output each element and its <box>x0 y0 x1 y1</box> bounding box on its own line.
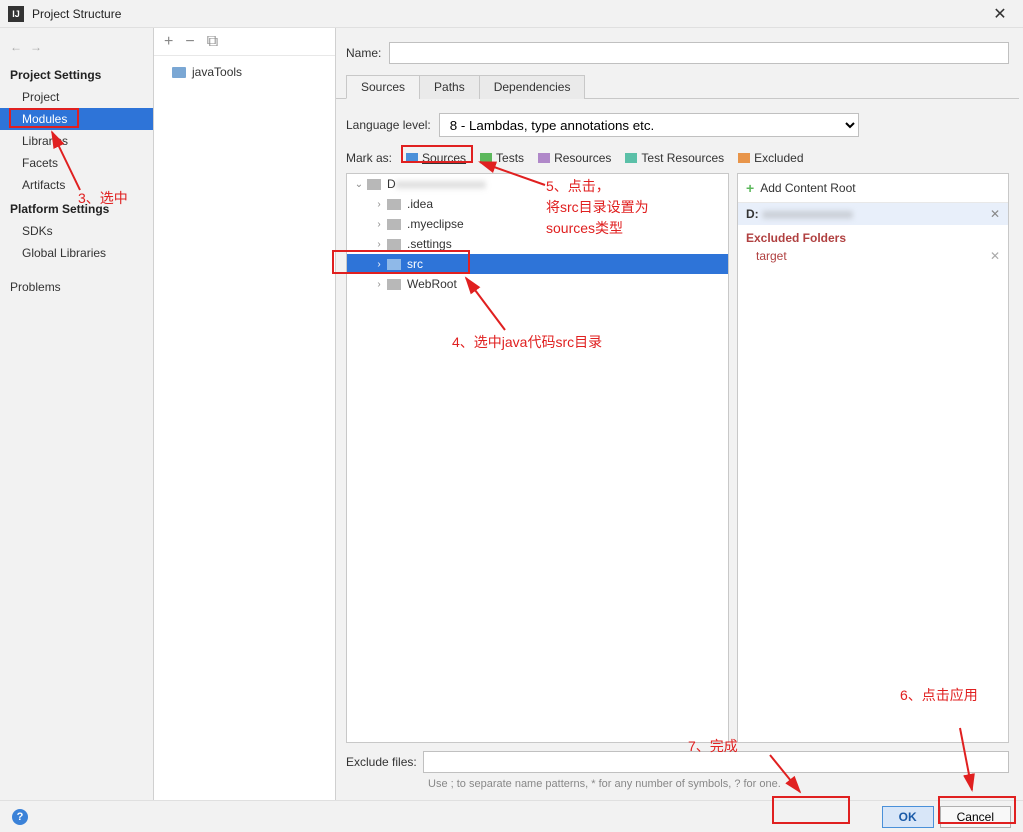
section-project-settings: Project Settings <box>0 62 153 86</box>
folder-icon <box>172 67 186 78</box>
remove-module-icon[interactable]: − <box>185 33 194 51</box>
folder-icon <box>387 259 401 270</box>
module-name: javaTools <box>192 65 242 79</box>
folder-icon <box>387 219 401 230</box>
orange-folder-icon <box>738 153 750 163</box>
tree-item-src[interactable]: ›src <box>347 254 728 274</box>
mark-tests-button[interactable]: Tests <box>480 151 524 165</box>
tree-item[interactable]: ›.myeclipse <box>347 214 728 234</box>
teal-folder-icon <box>625 153 637 163</box>
content-root-row[interactable]: D: xxxxxxxxxxxxxxx ✕ <box>738 203 1008 225</box>
help-icon[interactable]: ? <box>12 809 28 825</box>
green-folder-icon <box>480 153 492 163</box>
nav-problems[interactable]: Problems <box>0 276 153 298</box>
tree-item[interactable]: ›.idea <box>347 194 728 214</box>
exclude-hint: Use ; to separate name patterns, * for a… <box>336 775 1019 800</box>
name-label: Name: <box>346 46 381 60</box>
chevron-right-icon[interactable]: › <box>373 199 385 210</box>
mark-excluded-button[interactable]: Excluded <box>738 151 803 165</box>
mark-test-resources-button[interactable]: Test Resources <box>625 151 724 165</box>
titlebar: IJ Project Structure ✕ <box>0 0 1023 28</box>
tab-sources[interactable]: Sources <box>346 75 420 99</box>
tab-dependencies[interactable]: Dependencies <box>479 75 586 99</box>
exclude-files-input[interactable] <box>423 751 1009 773</box>
close-icon[interactable]: ✕ <box>985 4 1015 24</box>
add-module-icon[interactable]: + <box>164 33 173 51</box>
exclude-files-label: Exclude files: <box>346 755 417 769</box>
chevron-down-icon[interactable]: ⌄ <box>353 179 365 190</box>
chevron-right-icon[interactable]: › <box>373 259 385 270</box>
blue-folder-icon <box>406 153 418 163</box>
language-level-label: Language level: <box>346 118 431 132</box>
nav-project[interactable]: Project <box>0 86 153 108</box>
language-level-select[interactable]: 8 - Lambdas, type annotations etc. <box>439 113 859 137</box>
mark-sources-button[interactable]: Sources <box>406 151 466 165</box>
footer: ? OK Cancel <box>0 800 1023 832</box>
tab-paths[interactable]: Paths <box>419 75 480 99</box>
chevron-right-icon[interactable]: › <box>373 239 385 250</box>
forward-icon[interactable]: → <box>30 40 42 54</box>
module-list-panel: + − ⧉ javaTools <box>154 28 336 800</box>
chevron-right-icon[interactable]: › <box>373 279 385 290</box>
purple-folder-icon <box>538 153 550 163</box>
app-icon: IJ <box>8 6 24 22</box>
remove-excluded-icon[interactable]: ✕ <box>990 249 1000 263</box>
module-toolbar: + − ⧉ <box>154 28 335 56</box>
nav-libraries[interactable]: Libraries <box>0 130 153 152</box>
section-platform-settings: Platform Settings <box>0 196 153 220</box>
plus-icon: + <box>746 180 754 196</box>
nav-sdks[interactable]: SDKs <box>0 220 153 242</box>
nav-artifacts[interactable]: Artifacts <box>0 174 153 196</box>
content-panel: Name: Sources Paths Dependencies Languag… <box>336 28 1023 800</box>
excluded-folders-heading: Excluded Folders <box>738 225 1008 247</box>
back-icon[interactable]: ← <box>10 40 22 54</box>
tabs: Sources Paths Dependencies <box>336 74 1019 99</box>
cancel-button[interactable]: Cancel <box>940 806 1011 828</box>
ok-button[interactable]: OK <box>882 806 934 828</box>
nav-modules[interactable]: Modules <box>0 108 153 130</box>
tree-item[interactable]: ›.settings <box>347 234 728 254</box>
add-content-root-button[interactable]: + Add Content Root <box>738 174 1008 203</box>
nav-facets[interactable]: Facets <box>0 152 153 174</box>
tree-item[interactable]: ›WebRoot <box>347 274 728 294</box>
sidebar: ← → Project Settings Project Modules Lib… <box>0 28 154 800</box>
remove-root-icon[interactable]: ✕ <box>990 207 1000 221</box>
content-roots-panel: + Add Content Root D: xxxxxxxxxxxxxxx ✕ … <box>737 173 1009 743</box>
folder-icon <box>367 179 381 190</box>
copy-module-icon[interactable]: ⧉ <box>207 33 218 51</box>
folder-icon <box>387 239 401 250</box>
excluded-folder-item[interactable]: target ✕ <box>738 247 1008 265</box>
source-tree[interactable]: ⌄ D xxxxxxxxxxxxxxx ›.idea ›.myeclipse ›… <box>346 173 729 743</box>
folder-icon <box>387 199 401 210</box>
name-input[interactable] <box>389 42 1009 64</box>
nav-global-libraries[interactable]: Global Libraries <box>0 242 153 264</box>
mark-resources-button[interactable]: Resources <box>538 151 611 165</box>
folder-icon <box>387 279 401 290</box>
mark-as-label: Mark as: <box>346 151 392 165</box>
chevron-right-icon[interactable]: › <box>373 219 385 230</box>
window-title: Project Structure <box>32 7 985 21</box>
tree-root[interactable]: ⌄ D xxxxxxxxxxxxxxx <box>347 174 728 194</box>
module-item[interactable]: javaTools <box>154 62 335 82</box>
